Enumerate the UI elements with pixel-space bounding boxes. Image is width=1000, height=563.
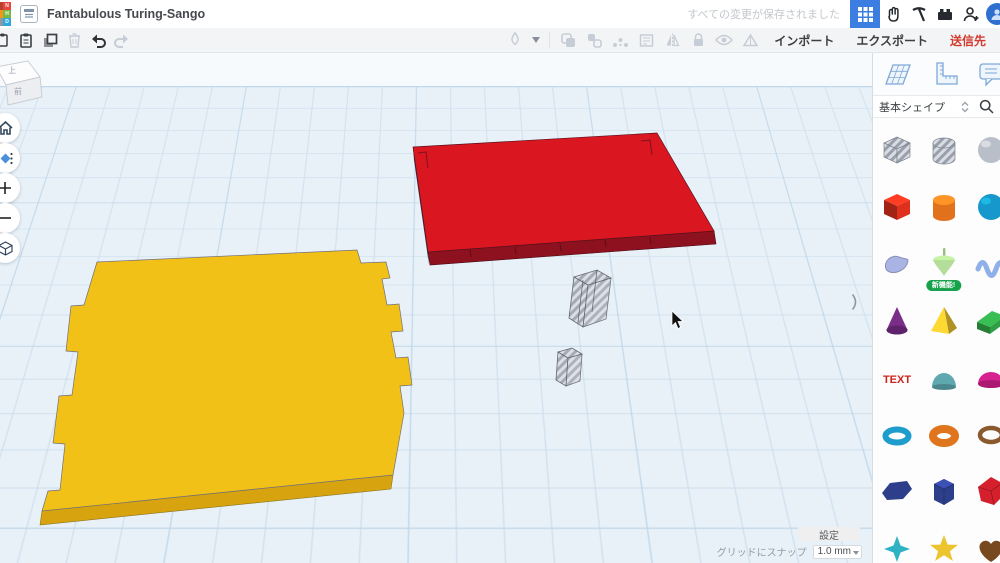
shape-top[interactable]: 新機能! bbox=[920, 235, 967, 292]
hide-icon[interactable] bbox=[712, 29, 736, 51]
shape-hole-box[interactable] bbox=[873, 121, 920, 178]
lock-icon[interactable] bbox=[686, 29, 710, 51]
copy-icon[interactable] bbox=[0, 29, 14, 51]
shape-star5[interactable] bbox=[920, 520, 967, 563]
shape-grid: 新機能! TEXT bbox=[873, 118, 1000, 563]
workplane-helper-icon[interactable] bbox=[873, 60, 920, 88]
flip-icon[interactable] bbox=[660, 29, 684, 51]
color-dropdown-caret-icon[interactable] bbox=[529, 29, 543, 51]
shapes-panel: 基本シェイプ 新機能! TEXT bbox=[872, 53, 1000, 563]
shape-squiggle[interactable] bbox=[967, 235, 1000, 292]
snap-grid-select[interactable]: 1.0 mm bbox=[812, 544, 862, 559]
shape-half-sphere[interactable] bbox=[967, 349, 1000, 406]
shape-round-roof[interactable] bbox=[920, 349, 967, 406]
view-cube-top-label[interactable]: 上 bbox=[8, 65, 16, 76]
save-status: すべての変更が保存されました bbox=[687, 9, 840, 21]
new-feature-badge: 新機能! bbox=[925, 280, 962, 291]
brick-icon[interactable] bbox=[932, 0, 958, 28]
svg-text:TEXT: TEXT bbox=[882, 374, 910, 386]
grid-settings-button[interactable]: 設定 bbox=[798, 527, 860, 542]
ruler-helper-icon[interactable] bbox=[920, 60, 967, 88]
design-title[interactable]: Fantabulous Turing-Sango bbox=[47, 7, 205, 21]
toolbar-divider bbox=[549, 32, 551, 48]
duplicate-icon[interactable] bbox=[38, 29, 62, 51]
snap-caret-icon bbox=[853, 550, 859, 555]
search-icon[interactable] bbox=[979, 99, 994, 114]
shape-sphere-gray[interactable] bbox=[967, 121, 1000, 178]
ungroup-icon[interactable] bbox=[582, 29, 606, 51]
delete-icon[interactable] bbox=[62, 29, 86, 51]
notes-helper-icon[interactable] bbox=[967, 60, 1000, 88]
shape-pyramid[interactable] bbox=[920, 292, 967, 349]
tinkercad-logo[interactable]: N H D bbox=[0, 2, 12, 26]
align-icon[interactable] bbox=[608, 29, 632, 51]
ruler-list-icon[interactable] bbox=[634, 29, 658, 51]
view-cube-front-label[interactable]: 前 bbox=[14, 86, 22, 97]
drop-icon[interactable] bbox=[738, 29, 762, 51]
blocks-grid-icon[interactable] bbox=[850, 0, 880, 28]
canvas-3d-viewport[interactable]: 上 前 設定 グリッドにスナップ 1.0 mm bbox=[0, 53, 872, 563]
shape-sphere[interactable] bbox=[967, 178, 1000, 235]
workplane-grid[interactable] bbox=[0, 86, 872, 563]
shape-scribble[interactable] bbox=[873, 235, 920, 292]
snap-grid-label: グリッドにスナップ bbox=[716, 548, 807, 559]
send-to-button[interactable]: 送信先 bbox=[940, 32, 996, 49]
app-header: N H D Fantabulous Turing-Sango すべての変更が保存… bbox=[0, 0, 1000, 28]
shape-star4[interactable] bbox=[873, 520, 920, 563]
shape-box[interactable] bbox=[873, 178, 920, 235]
shape-polygon[interactable] bbox=[873, 463, 920, 520]
hand-icon[interactable] bbox=[880, 0, 906, 28]
shape-ring[interactable] bbox=[967, 406, 1000, 463]
redo-icon[interactable] bbox=[110, 29, 134, 51]
shape-roof[interactable] bbox=[967, 292, 1000, 349]
profile-avatar[interactable] bbox=[986, 3, 1000, 25]
shape-tube[interactable] bbox=[920, 406, 967, 463]
edit-toolbar: インポート エクスポート 送信先 bbox=[0, 28, 1000, 53]
view-cube[interactable]: 上 前 bbox=[0, 53, 50, 109]
shape-text[interactable]: TEXT bbox=[873, 349, 920, 406]
export-button[interactable]: エクスポート bbox=[846, 32, 938, 49]
shape-icosahedron[interactable] bbox=[967, 463, 1000, 520]
design-properties-icon[interactable] bbox=[20, 5, 38, 23]
collapse-panel-chevron-icon[interactable] bbox=[851, 293, 860, 316]
shape-heart[interactable] bbox=[967, 520, 1000, 563]
shape-cone[interactable] bbox=[873, 292, 920, 349]
shape-cylinder[interactable] bbox=[920, 178, 967, 235]
shape-hole-cylinder[interactable] bbox=[920, 121, 967, 178]
shape-torus[interactable] bbox=[873, 406, 920, 463]
category-caret-icon[interactable] bbox=[959, 100, 971, 114]
shape-hex-prism[interactable] bbox=[920, 463, 967, 520]
import-button[interactable]: インポート bbox=[764, 32, 844, 49]
undo-icon[interactable] bbox=[86, 29, 110, 51]
color-drop-icon[interactable] bbox=[503, 29, 527, 51]
shape-category-select[interactable]: 基本シェイプ bbox=[879, 99, 945, 115]
add-person-icon[interactable] bbox=[958, 0, 984, 28]
group-icon[interactable] bbox=[556, 29, 580, 51]
paste-icon[interactable] bbox=[14, 29, 38, 51]
pickaxe-icon[interactable] bbox=[906, 0, 932, 28]
